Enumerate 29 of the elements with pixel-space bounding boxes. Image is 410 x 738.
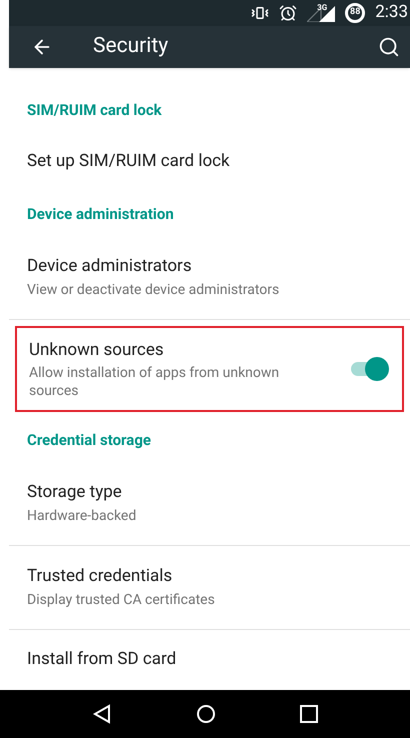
item-summary: Hardware-backed bbox=[27, 506, 138, 526]
search-button[interactable] bbox=[378, 36, 400, 58]
item-summary: View or deactivate device administrators bbox=[27, 280, 280, 300]
item-title: Storage type bbox=[27, 481, 123, 504]
item-title: Unknown sources bbox=[29, 339, 165, 362]
preference-item[interactable]: Install from SD card bbox=[9, 630, 410, 690]
back-icon[interactable] bbox=[92, 704, 112, 724]
preference-item[interactable]: Device administrators View or deactivate device administrators bbox=[9, 236, 410, 320]
signal-icon bbox=[307, 4, 336, 22]
network-label: 3G bbox=[317, 4, 328, 12]
section-header: Device administration bbox=[27, 204, 174, 225]
section-header: Credential storage bbox=[27, 430, 151, 451]
item-title: Trusted credentials bbox=[27, 565, 174, 588]
item-summary: Display trusted CA certificates bbox=[27, 590, 216, 610]
section-header: SIM/RUIM card lock bbox=[27, 100, 162, 121]
item-title: Device administrators bbox=[27, 255, 193, 278]
item-summary: Allow installation of apps from unknown sources bbox=[29, 364, 280, 400]
preference-item[interactable]: Unknown sources Allow installation of apps from unknown sources bbox=[15, 326, 404, 412]
recents-icon[interactable] bbox=[300, 705, 318, 723]
item-title: Set up SIM/RUIM card lock bbox=[27, 150, 231, 174]
battery-indicator: 88 bbox=[345, 2, 366, 23]
clock: 2:33 bbox=[375, 1, 409, 24]
item-title: Install from SD card bbox=[27, 648, 178, 672]
alarm-icon bbox=[279, 4, 298, 22]
toolbar-title: Security bbox=[93, 33, 170, 60]
preference-item[interactable]: Trusted credentials Display trusted CA certificates bbox=[9, 546, 410, 630]
preference-item[interactable]: Storage type Hardware-backed bbox=[9, 462, 410, 546]
preference-item[interactable]: Set up SIM/RUIM card lock bbox=[9, 132, 410, 192]
home-icon[interactable] bbox=[196, 704, 216, 724]
